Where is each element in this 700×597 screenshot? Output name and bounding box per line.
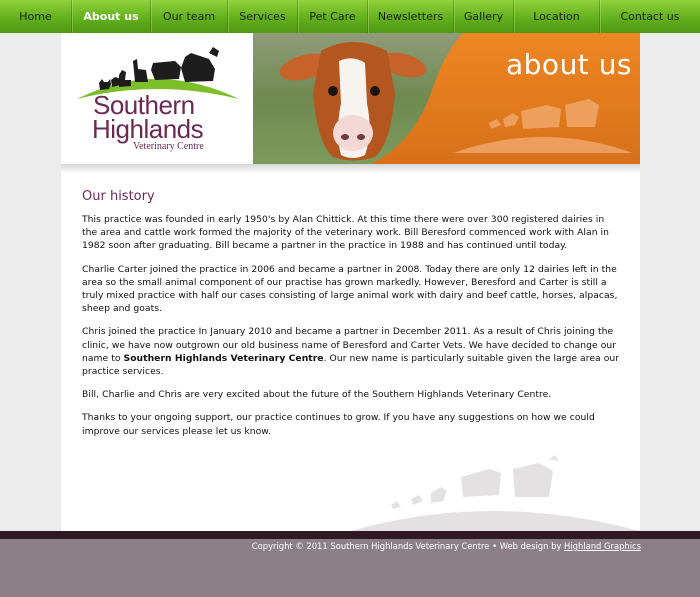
history-paragraph-2: Charlie Carter joined the practice in 20… (82, 263, 618, 315)
footer-divider (0, 531, 700, 539)
nav-item-about-us[interactable]: About us (72, 0, 151, 33)
nav-item-services[interactable]: Services (228, 0, 298, 33)
header-shadow (61, 164, 640, 174)
history-paragraph-3: Chris joined the practice In January 201… (82, 325, 622, 378)
header-banner: Southern Highlands Veterinary Centre abo… (61, 33, 640, 164)
page-title: Our history (82, 189, 155, 204)
nav-item-pet-care[interactable]: Pet Care (298, 0, 368, 33)
history-paragraph-4: Bill, Charlie and Chris are very excited… (82, 389, 552, 401)
faded-animals-icon (351, 455, 640, 531)
page-container: Southern Highlands Veterinary Centre abo… (61, 33, 640, 531)
nav-item-gallery[interactable]: Gallery (454, 0, 514, 33)
web-designer-link[interactable]: Highland Graphics (564, 541, 641, 551)
logo-line-3: Veterinary Centre (133, 141, 204, 152)
history-paragraph-5: Thanks to your ongoing support, our prac… (82, 412, 595, 437)
nav-item-location[interactable]: Location (514, 0, 600, 33)
nav-item-contact-us[interactable]: Contact us (600, 0, 700, 33)
main-content: Our history This practice was founded in… (82, 189, 622, 448)
main-nav: Home About us Our team Services Pet Care… (0, 0, 700, 33)
nav-item-home[interactable]: Home (0, 0, 72, 33)
site-logo[interactable]: Southern Highlands Veterinary Centre (61, 33, 253, 164)
site-footer: Copyright © 2011 Southern Highlands Vete… (0, 539, 700, 597)
footer-copyright: Copyright © 2011 Southern Highlands Vete… (252, 541, 641, 551)
banner-title: about us (506, 48, 633, 81)
nav-item-newsletters[interactable]: Newsletters (368, 0, 454, 33)
copyright-text: Copyright © 2011 Southern Highlands Vete… (251, 541, 565, 551)
history-paragraph-1: This practice was founded in early 1950'… (82, 214, 610, 252)
nav-item-our-team[interactable]: Our team (151, 0, 228, 33)
practice-name-bold: Southern Highlands Veterinary Centre (123, 352, 324, 364)
